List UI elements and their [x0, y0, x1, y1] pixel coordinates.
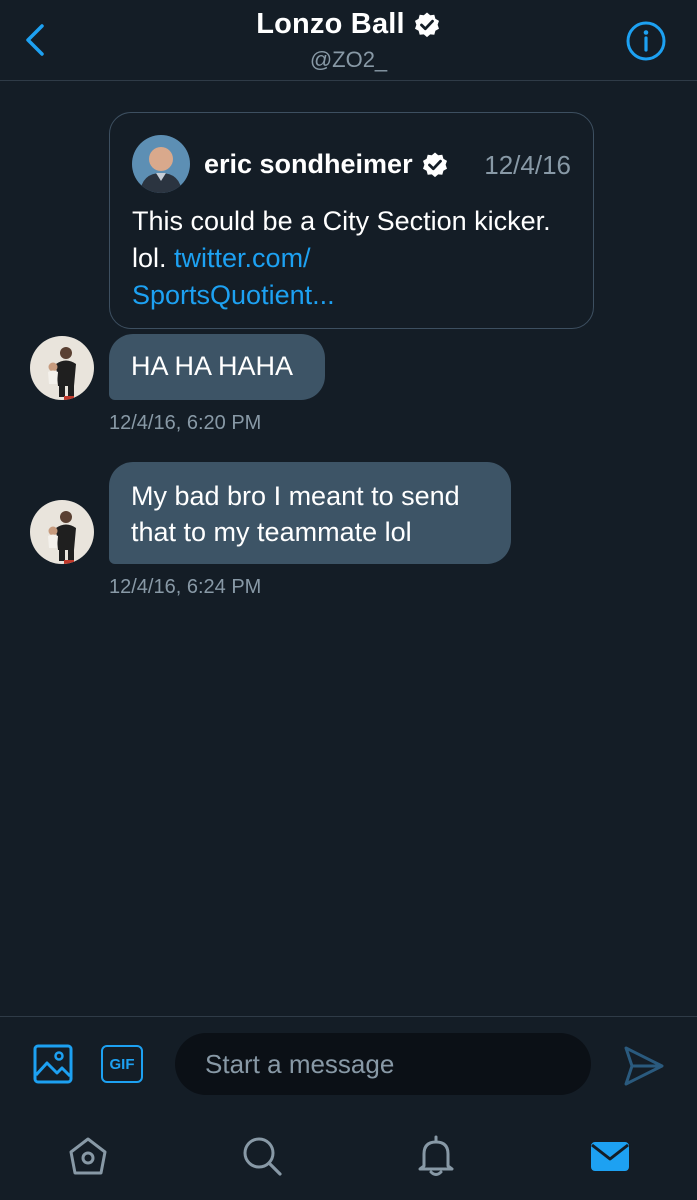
- message-timestamp: 12/4/16, 6:20 PM: [109, 412, 262, 434]
- add-gif-button[interactable]: GIF: [101, 1045, 143, 1083]
- gif-label: GIF: [109, 1055, 135, 1073]
- verified-badge-icon: [414, 12, 439, 37]
- message-bubble[interactable]: My bad bro I meant to send that to my te…: [109, 462, 511, 564]
- conversation-header: Lonzo Ball @ZO2_: [0, 0, 697, 81]
- message-input[interactable]: [175, 1033, 591, 1095]
- sender-avatar[interactable]: [30, 500, 94, 564]
- search-icon: [243, 1137, 282, 1176]
- message-bubble[interactable]: HA HA HAHA: [109, 334, 325, 400]
- message-composer: GIF: [0, 1016, 697, 1110]
- send-icon: [624, 1046, 664, 1086]
- notifications-icon: [418, 1135, 454, 1176]
- tweet-text: This could be a City Section kicker. lol…: [132, 203, 572, 314]
- conversation-handle: @ZO2_: [309, 47, 388, 72]
- send-button[interactable]: [622, 1044, 666, 1088]
- tweet-date: 12/4/16: [484, 150, 571, 180]
- sender-avatar[interactable]: [30, 336, 94, 400]
- header-title-area[interactable]: Lonzo Ball @ZO2_: [0, 8, 697, 73]
- tweet-header: eric sondheimer: [204, 149, 449, 180]
- verified-badge-icon: [422, 152, 447, 177]
- info-button[interactable]: [625, 20, 667, 62]
- tab-home[interactable]: [66, 1134, 110, 1178]
- message-text: My bad bro I meant to send that to my te…: [131, 481, 460, 547]
- dm-conversation-screen: Lonzo Ball @ZO2_ eric sondheimer 12/4/16…: [0, 0, 697, 1200]
- message-text: HA HA HAHA: [131, 351, 294, 381]
- tweet-link-part1[interactable]: twitter.com/: [174, 243, 311, 273]
- tweet-link-part2[interactable]: SportsQuotient...: [132, 280, 335, 310]
- image-icon: [33, 1044, 73, 1084]
- info-icon: [626, 21, 666, 61]
- home-icon: [69, 1137, 107, 1175]
- conversation-title: Lonzo Ball: [256, 8, 405, 40]
- tab-notifications[interactable]: [414, 1134, 458, 1178]
- messages-icon: [591, 1142, 629, 1171]
- add-photo-button[interactable]: [33, 1044, 73, 1084]
- tweet-author-name: eric sondheimer: [204, 149, 413, 179]
- tweet-author-avatar[interactable]: [132, 135, 190, 193]
- message-timestamp: 12/4/16, 6:24 PM: [109, 576, 262, 598]
- tab-search[interactable]: [240, 1134, 284, 1178]
- shared-tweet-card[interactable]: eric sondheimer 12/4/16 This could be a …: [109, 112, 594, 329]
- bottom-tab-bar: [0, 1110, 697, 1200]
- tab-messages[interactable]: [588, 1134, 632, 1178]
